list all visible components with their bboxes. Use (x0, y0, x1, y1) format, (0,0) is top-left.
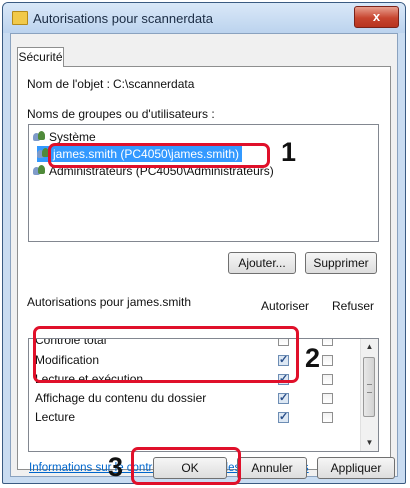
tab-security[interactable]: Sécurité (17, 47, 64, 67)
dialog-window: Autorisations pour scannerdata x Sécurit… (2, 2, 406, 484)
cancel-button[interactable]: Annuler (237, 457, 307, 479)
permission-row: Lecture (29, 408, 359, 426)
groups-label: Noms de groupes ou d'utilisateurs : (27, 107, 215, 121)
dialog-body: Sécurité Nom de l'objet : C:\scannerdata… (10, 33, 398, 477)
deny-column-header: Refuser (332, 299, 375, 313)
deny-checkbox[interactable] (322, 374, 333, 385)
remove-button[interactable]: Supprimer (305, 252, 377, 274)
callout-3: 3 (108, 452, 124, 482)
deny-checkbox[interactable] (322, 355, 333, 366)
highlight-permissions (33, 326, 299, 383)
deny-checkbox[interactable] (322, 412, 333, 423)
highlight-ok-button (131, 447, 241, 485)
permission-row: Affichage du contenu du dossier (29, 389, 359, 407)
callout-1: 1 (281, 137, 297, 167)
title-bar: Autorisations pour scannerdata x (3, 3, 405, 33)
deny-checkbox[interactable] (322, 393, 333, 404)
apply-button[interactable]: Appliquer (317, 457, 395, 479)
scroll-up-arrow-icon[interactable]: ▲ (361, 339, 378, 355)
window-title: Autorisations pour scannerdata (33, 11, 213, 26)
scroll-thumb[interactable] (363, 357, 375, 417)
permissions-title: Autorisations pour james.smith (27, 295, 192, 309)
user-group-icon (33, 131, 46, 143)
close-button[interactable]: x (354, 6, 399, 28)
permission-name: Lecture (35, 410, 76, 424)
deny-checkbox[interactable] (322, 339, 333, 346)
highlight-user-selection (48, 143, 270, 168)
security-panel: Nom de l'objet : C:\scannerdata Noms de … (17, 66, 391, 474)
allow-checkbox[interactable] (278, 391, 289, 404)
add-button[interactable]: Ajouter... (228, 252, 296, 274)
callout-2: 2 (305, 343, 321, 373)
permission-name: Affichage du contenu du dossier (35, 391, 207, 405)
allow-checkbox[interactable] (278, 410, 289, 423)
object-name-label: Nom de l'objet : (27, 77, 110, 91)
folder-icon (12, 11, 28, 25)
vertical-scrollbar[interactable]: ▲ ▼ (360, 339, 378, 451)
object-name-value: C:\scannerdata (113, 77, 195, 91)
groups-listbox[interactable]: Système james.smith (PC4050\james.smith)… (28, 124, 379, 242)
list-item-label: Système (49, 130, 96, 144)
allow-column-header: Autoriser (261, 299, 310, 313)
grip-icon (367, 384, 372, 393)
scroll-down-arrow-icon[interactable]: ▼ (361, 435, 378, 451)
user-group-icon (33, 165, 46, 177)
